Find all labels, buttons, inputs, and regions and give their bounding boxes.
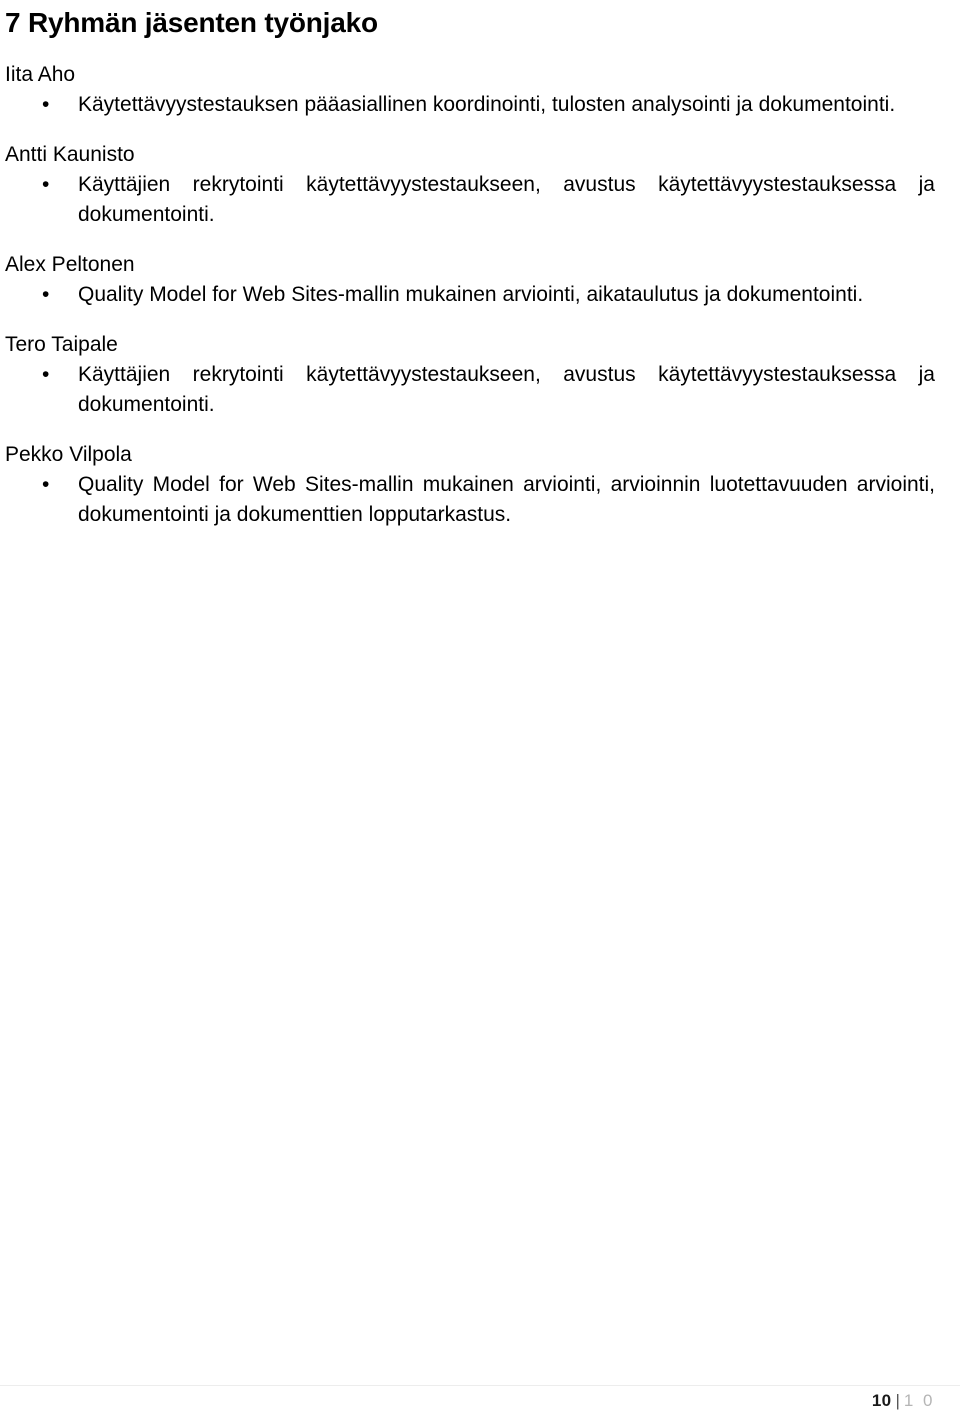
member-name: Tero Taipale: [5, 333, 118, 356]
member-name: Pekko Vilpola: [5, 443, 132, 466]
task-text: Quality Model for Web Sites-mallin mukai…: [78, 283, 864, 306]
task-list-item: • Käyttäjien rekrytointi käytettävyystes…: [5, 360, 935, 420]
member-task-list: • Käyttäjien rekrytointi käytettävyystes…: [5, 170, 935, 230]
member-section: Iita Aho • Käytettävyystestauksen pääasi…: [5, 60, 935, 120]
page-title: 7 Ryhmän jäsenten työnjako: [5, 7, 378, 38]
bullet-icon: •: [42, 473, 50, 496]
member-section: Alex Peltonen • Quality Model for Web Si…: [5, 250, 935, 310]
page-footer: 10 | 1 0: [872, 1390, 935, 1412]
footer-total-pages: 1 0: [903, 1391, 935, 1410]
bullet-icon: •: [42, 363, 50, 386]
member-task-list: • Käytettävyystestauksen pääasiallinen k…: [5, 90, 935, 120]
task-text: Käyttäjien rekrytointi käytettävyystesta…: [78, 173, 935, 226]
task-list-item: • Käytettävyystestauksen pääasiallinen k…: [5, 90, 935, 120]
member-name: Iita Aho: [5, 63, 76, 86]
member-name: Alex Peltonen: [5, 253, 135, 276]
footer-divider: [0, 1385, 960, 1386]
footer-separator: |: [895, 1391, 900, 1410]
task-list-item: • Quality Model for Web Sites-mallin muk…: [5, 470, 935, 530]
footer-current-page: 10: [871, 1391, 892, 1410]
member-workshare-list: Iita Aho • Käytettävyystestauksen pääasi…: [5, 60, 935, 530]
task-text: Käytettävyystestauksen pääasiallinen koo…: [78, 93, 896, 116]
member-task-list: • Quality Model for Web Sites-mallin muk…: [5, 280, 935, 310]
bullet-icon: •: [42, 173, 50, 196]
member-section: Pekko Vilpola • Quality Model for Web Si…: [5, 440, 935, 530]
task-list-item: • Quality Model for Web Sites-mallin muk…: [5, 280, 935, 310]
task-text: Käyttäjien rekrytointi käytettävyystesta…: [78, 363, 935, 416]
task-list-item: • Käyttäjien rekrytointi käytettävyystes…: [5, 170, 935, 230]
member-name: Antti Kaunisto: [5, 143, 135, 166]
document-page: 7 Ryhmän jäsenten työnjako Iita Aho • Kä…: [0, 0, 960, 1417]
member-section: Antti Kaunisto • Käyttäjien rekrytointi …: [5, 140, 935, 230]
bullet-icon: •: [42, 93, 50, 116]
heading-spacer: [5, 40, 935, 60]
member-task-list: • Quality Model for Web Sites-mallin muk…: [5, 470, 935, 530]
task-text: Quality Model for Web Sites-mallin mukai…: [78, 473, 935, 526]
document-body: 7 Ryhmän jäsenten työnjako Iita Aho • Kä…: [5, 0, 935, 530]
member-section: Tero Taipale • Käyttäjien rekrytointi kä…: [5, 330, 935, 420]
bullet-icon: •: [42, 283, 50, 306]
member-task-list: • Käyttäjien rekrytointi käytettävyystes…: [5, 360, 935, 420]
